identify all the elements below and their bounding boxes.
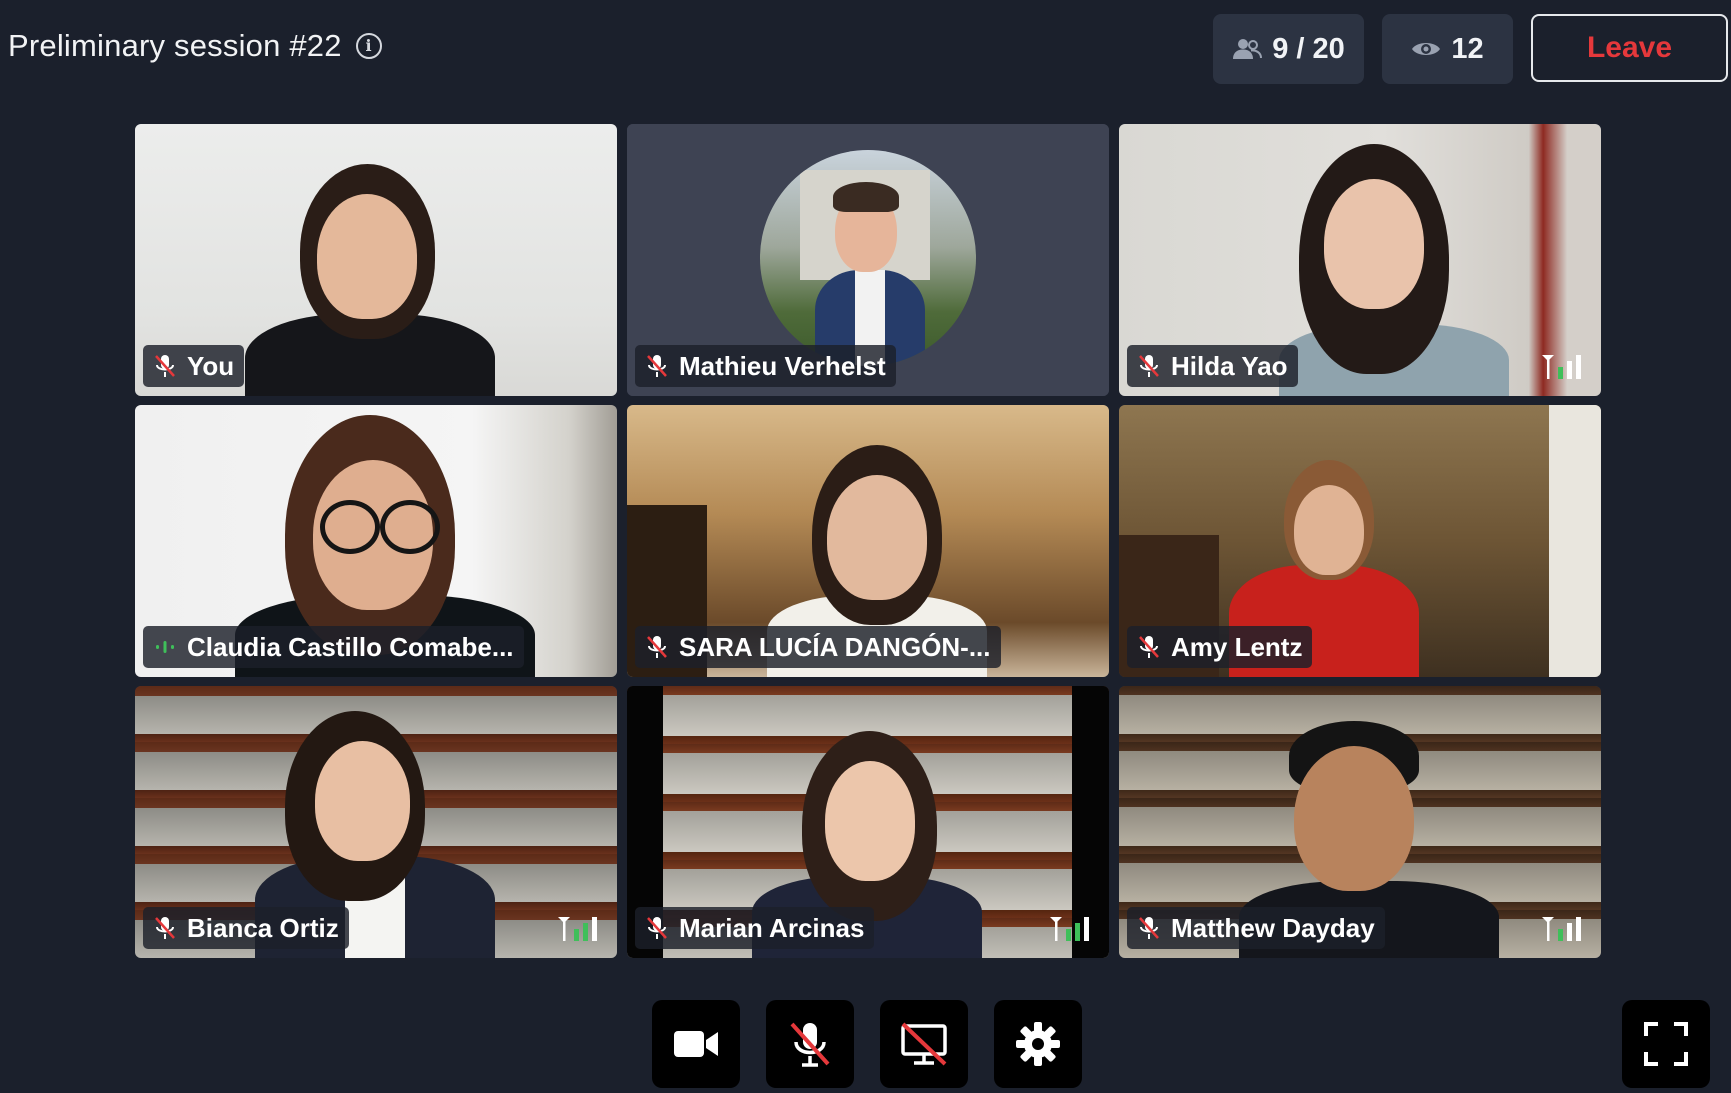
participants-count: 9 / 20 [1272, 32, 1345, 65]
video-tile[interactable]: Amy Lentz [1119, 405, 1601, 677]
video-tile[interactable]: You [135, 124, 617, 396]
viewers-count-badge[interactable]: 12 [1382, 14, 1513, 84]
signal-strength-icon [1541, 353, 1589, 384]
fullscreen-button[interactable] [1622, 1000, 1710, 1088]
participant-name: Claudia Castillo Comabe... [187, 631, 514, 662]
leave-button[interactable]: Leave [1531, 14, 1728, 82]
video-grid: You Mathieu Verhelst Hilda Yao Claudia C… [135, 124, 1602, 958]
camera-icon [674, 1031, 718, 1057]
video-tile[interactable]: Claudia Castillo Comabe... [135, 405, 617, 677]
participant-name: SARA LUCÍA DANGÓN-... [679, 631, 991, 662]
participant-name-tag: Claudia Castillo Comabe... [143, 626, 524, 668]
fullscreen-icon [1644, 1022, 1688, 1066]
gear-icon [1016, 1022, 1060, 1066]
participant-name-tag: Matthew Dayday [1127, 907, 1385, 949]
camera-toggle-button[interactable] [652, 1000, 740, 1088]
avatar [760, 150, 976, 366]
session-title: Preliminary session #22 [8, 28, 342, 63]
signal-strength-icon [1049, 915, 1097, 946]
participants-count-badge[interactable]: 9 / 20 [1213, 14, 1364, 84]
mic-off-icon [790, 1022, 830, 1067]
signal-strength-icon [557, 915, 605, 946]
speaking-indicator-icon [153, 634, 177, 660]
mic-muted-icon [645, 634, 669, 660]
participant-name-tag: Bianca Ortiz [143, 907, 349, 949]
participant-name-tag: Amy Lentz [1127, 626, 1313, 668]
info-icon[interactable]: i [355, 33, 382, 59]
participant-name-tag: Marian Arcinas [635, 907, 875, 949]
mic-muted-icon [153, 915, 177, 941]
participant-name: Marian Arcinas [679, 912, 865, 943]
participant-name: Hilda Yao [1171, 350, 1288, 381]
call-controls [652, 1000, 1082, 1088]
video-tile[interactable]: Marian Arcinas [627, 686, 1109, 958]
video-tile[interactable]: Bianca Ortiz [135, 686, 617, 958]
mic-muted-icon [1137, 634, 1161, 660]
participant-name-tag: SARA LUCÍA DANGÓN-... [635, 626, 1001, 668]
top-bar: Preliminary session #22 i 9 / 20 12 Leav… [0, 0, 1731, 100]
mic-muted-icon [645, 915, 669, 941]
mic-muted-icon [1137, 353, 1161, 379]
participant-name: Matthew Dayday [1171, 912, 1375, 943]
screen-share-toggle-button[interactable] [880, 1000, 968, 1088]
video-tile[interactable]: Hilda Yao [1119, 124, 1601, 396]
settings-button[interactable] [994, 1000, 1082, 1088]
microphone-toggle-button[interactable] [766, 1000, 854, 1088]
video-tile[interactable]: SARA LUCÍA DANGÓN-... [627, 405, 1109, 677]
session-title-group: Preliminary session #22 i [8, 28, 382, 64]
participant-name-tag: Hilda Yao [1127, 345, 1298, 387]
mic-muted-icon [153, 353, 177, 379]
video-tile[interactable]: Matthew Dayday [1119, 686, 1601, 958]
participant-name: Amy Lentz [1171, 631, 1303, 662]
eye-icon [1412, 43, 1441, 55]
participant-name: Bianca Ortiz [187, 912, 339, 943]
signal-strength-icon [1541, 915, 1589, 946]
participant-name: Mathieu Verhelst [679, 350, 886, 381]
people-icon [1233, 39, 1263, 59]
mic-muted-icon [1137, 915, 1161, 941]
participant-name: You [187, 350, 235, 381]
mic-muted-icon [645, 353, 669, 379]
viewers-count: 12 [1451, 32, 1484, 65]
participant-name-tag: You [143, 345, 245, 387]
screen-share-off-icon [901, 1022, 947, 1066]
video-tile[interactable]: Mathieu Verhelst [627, 124, 1109, 396]
participant-name-tag: Mathieu Verhelst [635, 345, 896, 387]
